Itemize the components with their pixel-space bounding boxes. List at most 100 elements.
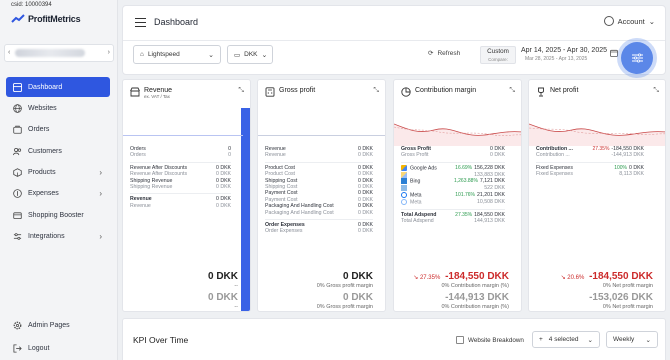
chevron-right-icon: › — [99, 167, 102, 177]
kpi-title: Net profit — [550, 87, 579, 94]
sidebar-item-dashboard[interactable]: Dashboard — [6, 77, 110, 97]
kpi-value: ↘ 20.6% -184,550 DKK — [560, 271, 653, 282]
kpi-breakdown: Orders 0 Orders 0 Revenue After Discounts 0… — [130, 144, 231, 212]
chevron-left-icon[interactable]: ‹ — [8, 49, 10, 56]
account-menu[interactable]: Account ⌄ — [603, 16, 655, 26]
booster-icon — [13, 211, 22, 220]
sparkline-chart — [394, 123, 521, 146]
store-name-redacted — [15, 49, 85, 57]
checkbox-label: Website Breakdown — [468, 336, 524, 344]
collapse-icon[interactable]: ⤡ — [509, 87, 515, 95]
row-label: Revenue — [130, 202, 151, 209]
plus-icon: + — [539, 336, 543, 343]
row-label: Orders — [130, 152, 146, 159]
row-label: Meta — [410, 192, 422, 199]
compare-label: Compare: — [488, 57, 508, 62]
pie-chart-icon — [401, 87, 411, 97]
collapse-icon[interactable]: ⤡ — [373, 87, 379, 95]
delta-badge: 27.35% — [592, 146, 610, 152]
chevron-right-icon: › — [99, 231, 102, 241]
row-label: Packaging And Handling Cost — [265, 209, 334, 216]
sidebar-bottom-nav: Admin Pages Logout — [6, 315, 110, 359]
kpi-prev-note: 0% Contribution margin (%) — [441, 304, 509, 310]
sidebar-item-label: Integrations — [28, 233, 65, 241]
currency-icon: ▭ — [234, 51, 241, 59]
user-icon — [603, 16, 614, 26]
row-label: Contribution ... — [536, 152, 570, 159]
kpi-title: Revenue — [144, 87, 173, 94]
kpi-value: 0 DKK — [207, 271, 238, 282]
website-breakdown-checkbox[interactable]: Website Breakdown — [456, 336, 524, 344]
customers-icon — [13, 147, 22, 156]
kpi-note: -- — [234, 283, 238, 289]
sidebar-item-websites[interactable]: Websites — [6, 98, 110, 118]
filter-button[interactable] — [621, 42, 653, 74]
kpi-prev-note: 0% Net profit margin — [602, 304, 653, 310]
sidebar: csid: 10000394 ProfitMetrics ‹ › Dashboa… — [0, 0, 118, 360]
row-value: 7,121 DKK — [479, 178, 505, 185]
gear-icon — [13, 321, 22, 330]
collapse-icon[interactable]: ⤡ — [238, 87, 244, 95]
kpi-card-gross-profit[interactable]: Gross profit ⤡ Revenue 0 DKK Revenue 0 DKK… — [257, 79, 386, 312]
calendar-icon[interactable] — [610, 49, 618, 57]
sidebar-item-label: Websites — [28, 104, 57, 112]
date-range[interactable]: Apr 14, 2025 - Apr 30, 2025 — [521, 47, 607, 54]
row-value: 0 — [228, 152, 231, 159]
compare-date-range: Mar 28, 2025 - Apr 13, 2025 — [525, 56, 588, 62]
logo-chart-icon — [11, 14, 25, 23]
checkbox[interactable] — [456, 336, 464, 344]
currency-select[interactable]: ▭ DKK ⌄ — [227, 45, 273, 64]
sidebar-item-integrations[interactable]: Integrations › — [6, 227, 110, 247]
kpi-multiselect[interactable]: + 4 selected ⌄ — [532, 331, 600, 348]
sidebar-item-orders[interactable]: Orders — [6, 120, 110, 140]
row-value: 184,550 DKK — [474, 211, 505, 218]
kpi-card-revenue[interactable]: Revenue ex. VAT / Tax ⤡ Orders 0 Orders 0 … — [122, 79, 251, 312]
row-value: 0 DKK — [490, 152, 505, 159]
meta-icon — [401, 191, 407, 198]
menu-icon[interactable] — [135, 18, 146, 30]
sidebar-item-label: Customers — [28, 147, 62, 155]
chevron-right-icon[interactable]: › — [108, 49, 110, 56]
chevron-down-icon: ⌄ — [208, 51, 214, 59]
google-ads-icon — [401, 164, 407, 171]
sidebar-item-customers[interactable]: Customers — [6, 141, 110, 161]
trophy-icon — [538, 87, 544, 97]
sidebar-item-admin[interactable]: Admin Pages — [6, 315, 110, 335]
kpi-chart-baseline — [258, 135, 385, 136]
kpi-card-net-profit[interactable]: Net profit ⤡ Contribution ... 27.35% -184,… — [528, 79, 666, 312]
main-content: Dashboard Account ⌄ ⌂ Lightspeed ⌄ ▭ DKK… — [122, 5, 666, 360]
account-label: Account — [617, 16, 645, 26]
store-selector[interactable]: ‹ › — [4, 44, 114, 62]
row-value: 156,228 DKK — [474, 164, 505, 171]
period-select[interactable]: Weekly ⌄ — [606, 331, 658, 348]
row-value: 8,113 DKK — [619, 171, 644, 178]
sidebar-item-products[interactable]: Products › — [6, 163, 110, 183]
csid-label: csid: 10000394 — [11, 2, 52, 8]
brand-logo[interactable]: ProfitMetrics — [11, 14, 81, 24]
chevron-down-icon: ⌄ — [645, 336, 651, 344]
row-label: Revenue — [265, 152, 286, 159]
sidebar-item-shopping-booster[interactable]: Shopping Booster — [6, 205, 110, 225]
kpi-prev-note: 0% Gross profit margin — [316, 304, 373, 310]
kpi-breakdown: Gross Profit 0 DKK Gross Profit 0 DKK Goog… — [401, 144, 505, 227]
sidebar-item-logout[interactable]: Logout — [6, 338, 110, 358]
kpi-title: Contribution margin — [415, 87, 477, 94]
kpi-note: 0% Contribution margin (%) — [441, 283, 509, 289]
refresh-button[interactable]: ⟳ Refresh — [428, 49, 460, 58]
kpi-breakdown: Contribution ... 27.35% -184,550 DKK Contr… — [536, 144, 644, 181]
delta-badge: 101.76% — [455, 191, 476, 198]
date-preset-select[interactable]: Custom Compare: — [480, 46, 516, 64]
logout-icon — [13, 343, 22, 353]
integrations-icon — [13, 232, 22, 241]
bing-icon — [401, 178, 407, 185]
kpi-prev-value: -144,913 DKK — [445, 292, 509, 303]
kpi-card-contribution-margin[interactable]: Contribution margin ⤡ Gross Profit 0 DKK … — [393, 79, 522, 312]
source-select-value: Lightspeed — [147, 51, 180, 58]
collapse-icon[interactable]: ⤡ — [653, 87, 659, 95]
refresh-icon: ⟳ — [428, 50, 434, 57]
kpi-value: ↘ 27.35% -184,550 DKK — [413, 271, 509, 282]
source-select[interactable]: ⌂ Lightspeed ⌄ — [133, 45, 221, 64]
meta-icon — [401, 198, 407, 205]
row-value: 0 DKK — [358, 152, 373, 159]
sidebar-item-expenses[interactable]: Expenses › — [6, 184, 110, 204]
